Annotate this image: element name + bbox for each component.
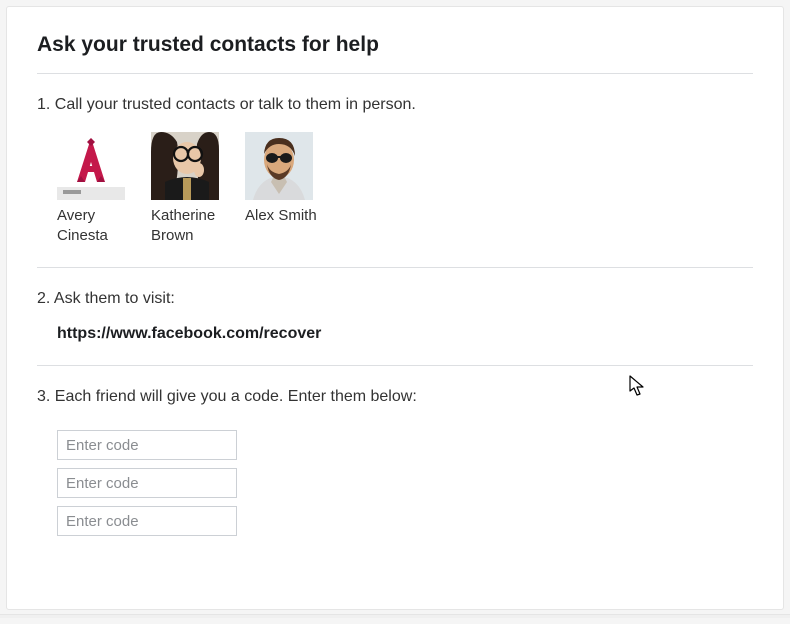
step-3-section: 3. Each friend will give you a code. Ent… xyxy=(37,366,753,558)
contact-name: Alex Smith xyxy=(245,206,321,226)
step-1-text: 1. Call your trusted contacts or talk to… xyxy=(37,94,753,116)
step-2-section: 2. Ask them to visit: https://www.facebo… xyxy=(37,268,753,365)
code-input-1[interactable] xyxy=(57,430,237,460)
contact-item: Katherine Brown xyxy=(151,132,227,245)
avatar xyxy=(151,132,219,200)
code-inputs xyxy=(57,430,753,536)
contact-name: Avery Cinesta xyxy=(57,206,133,245)
recover-url: https://www.facebook.com/recover xyxy=(57,325,753,343)
contacts-row: Avery Cinesta xyxy=(57,132,753,245)
code-input-3[interactable] xyxy=(57,506,237,536)
avatar xyxy=(57,132,125,200)
avatar xyxy=(245,132,313,200)
step-2-text: 2. Ask them to visit: xyxy=(37,288,753,310)
code-input-2[interactable] xyxy=(57,468,237,498)
contact-name: Katherine Brown xyxy=(151,206,227,245)
step-1-section: 1. Call your trusted contacts or talk to… xyxy=(37,74,753,268)
footer-edge xyxy=(0,614,790,618)
recovery-card: Ask your trusted contacts for help 1. Ca… xyxy=(6,6,784,610)
step-3-text: 3. Each friend will give you a code. Ent… xyxy=(37,386,753,408)
contact-item: Avery Cinesta xyxy=(57,132,133,245)
page-title: Ask your trusted contacts for help xyxy=(37,33,753,74)
contact-item: Alex Smith xyxy=(245,132,321,245)
